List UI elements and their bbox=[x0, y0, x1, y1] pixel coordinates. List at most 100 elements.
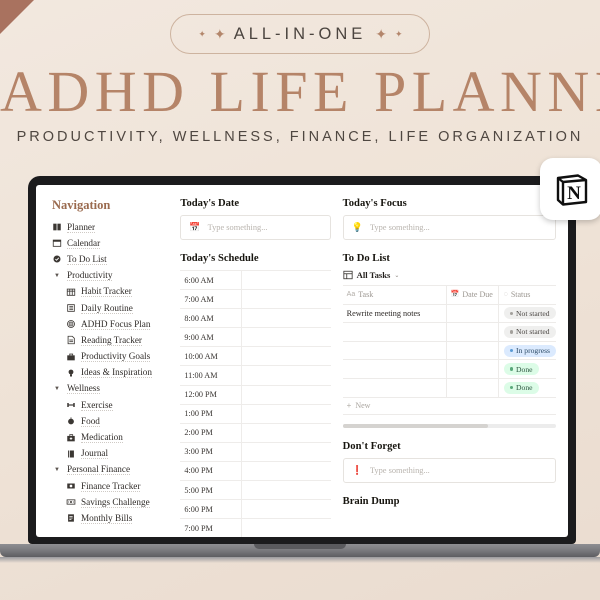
schedule-entry-cell[interactable] bbox=[242, 347, 330, 365]
schedule-time: 2:00 PM bbox=[180, 423, 243, 442]
sidebar-item-planner[interactable]: Planner bbox=[52, 219, 170, 235]
schedule-row[interactable]: 4:00 PM bbox=[180, 461, 331, 482]
sidebar-item-ideas-inspiration[interactable]: Ideas & Inspiration bbox=[52, 365, 170, 381]
book-icon bbox=[53, 223, 61, 231]
laptop-base-notch bbox=[254, 544, 346, 549]
schedule-time: 5:00 PM bbox=[180, 481, 243, 500]
dont-forget-input[interactable]: ❗ Type something... bbox=[342, 457, 556, 483]
schedule-entry-cell[interactable] bbox=[242, 405, 330, 423]
column-header-date-due: Date Due bbox=[462, 290, 493, 300]
caret-down-icon[interactable]: ▼ bbox=[52, 384, 62, 394]
brain-dump-heading: Brain Dump bbox=[342, 495, 400, 507]
status-badge[interactable]: Not started bbox=[503, 325, 556, 338]
sidebar-item-label: Reading Tracker bbox=[81, 334, 142, 346]
todays-focus-placeholder: Type something... bbox=[369, 223, 430, 232]
schedule-row[interactable]: 6:00 AM bbox=[180, 271, 331, 291]
sidebar-item-label: Habit Tracker bbox=[81, 286, 132, 298]
schedule-row[interactable]: 9:00 AM bbox=[180, 328, 331, 348]
table-row[interactable]: Not started bbox=[342, 323, 556, 342]
todays-date-heading: Today's Date bbox=[180, 198, 240, 209]
schedule-entry-cell[interactable] bbox=[242, 500, 330, 518]
apple-icon bbox=[68, 417, 74, 425]
schedule-entry-cell[interactable] bbox=[242, 309, 330, 327]
schedule-entry-cell[interactable] bbox=[242, 443, 330, 461]
schedule-row[interactable]: 12:00 PM bbox=[180, 385, 331, 405]
todays-focus-input[interactable]: 💡 Type something... bbox=[342, 215, 556, 240]
status-dot-icon bbox=[509, 311, 514, 316]
schedule-time: 7:00 AM bbox=[180, 290, 243, 309]
status-badge[interactable]: Done bbox=[503, 381, 539, 394]
sidebar-item-journal[interactable]: Journal bbox=[52, 446, 170, 462]
schedule-row[interactable]: 6:00 PM bbox=[180, 500, 331, 520]
sparkle-icon: ✦ bbox=[213, 26, 226, 42]
sidebar-item-productivity-goals[interactable]: Productivity Goals bbox=[52, 349, 170, 365]
status-badge[interactable]: Done bbox=[503, 363, 539, 376]
schedule-row[interactable]: 7:00 PM bbox=[180, 519, 330, 537]
sidebar-item-adhd-focus-plan[interactable]: ADHD Focus Plan bbox=[52, 316, 170, 332]
schedule-row[interactable]: 10:00 AM bbox=[180, 347, 331, 367]
schedule-entry-cell[interactable] bbox=[242, 462, 330, 480]
schedule-row[interactable]: 8:00 AM bbox=[180, 309, 331, 329]
sidebar-item-label: Calendar bbox=[67, 237, 101, 249]
briefcase-icon bbox=[67, 353, 75, 360]
schedule-entry-cell[interactable] bbox=[242, 424, 330, 442]
sidebar-item-label: ADHD Focus Plan bbox=[81, 318, 151, 330]
scrollbar-thumb[interactable] bbox=[342, 423, 488, 428]
schedule-row[interactable]: 1:00 PM bbox=[180, 404, 331, 424]
table-row[interactable]: Done bbox=[342, 360, 556, 379]
horizontal-scrollbar[interactable] bbox=[342, 423, 556, 428]
sparkle-icon: ✦ bbox=[198, 28, 205, 39]
sidebar-item-monthly-bills[interactable]: Monthly Bills bbox=[52, 510, 170, 526]
sidebar-item-productivity[interactable]: ▼ Productivity bbox=[52, 268, 170, 284]
exclamation-icon: ❗ bbox=[351, 464, 363, 475]
schedule-entry-cell[interactable] bbox=[242, 519, 330, 537]
sidebar-item-calendar[interactable]: Calendar bbox=[52, 235, 170, 251]
sidebar-item-daily-routine[interactable]: Daily Routine bbox=[52, 300, 170, 316]
schedule-entry-cell[interactable] bbox=[242, 481, 330, 499]
schedule-entry-cell[interactable] bbox=[242, 328, 330, 346]
schedule-entry-cell[interactable] bbox=[242, 386, 330, 404]
add-new-task-row[interactable]: + New bbox=[342, 398, 556, 415]
sidebar-item-savings-challenge[interactable]: Savings Challenge bbox=[52, 494, 170, 510]
sidebar-item-wellness[interactable]: ▼ Wellness bbox=[52, 381, 170, 397]
schedule-entry-cell[interactable] bbox=[242, 290, 330, 308]
sidebar-item-label: Exercise bbox=[81, 399, 113, 411]
sidebar-item-to-do-list[interactable]: To Do List bbox=[52, 251, 170, 267]
caret-down-icon[interactable]: ▼ bbox=[52, 271, 62, 281]
schedule-row[interactable]: 3:00 PM bbox=[180, 442, 331, 462]
sidebar-item-medication[interactable]: Medication bbox=[52, 429, 170, 445]
table-row[interactable]: Done bbox=[342, 378, 556, 398]
table-row[interactable]: In progress bbox=[342, 341, 556, 361]
status-badge[interactable]: Not started bbox=[503, 307, 556, 320]
sidebar-item-personal-finance[interactable]: ▼ Personal Finance bbox=[52, 462, 170, 478]
sidebar-item-exercise[interactable]: Exercise bbox=[52, 397, 170, 413]
caret-down-icon[interactable]: ▼ bbox=[52, 465, 62, 475]
schedule-row[interactable]: 7:00 AM bbox=[180, 290, 331, 310]
todo-table: Aa Task 📅 Date Due ◌ Status Rewrite meeting no… bbox=[342, 285, 556, 415]
dont-forget-placeholder: Type something... bbox=[369, 465, 430, 475]
plus-icon: + bbox=[346, 401, 352, 411]
laptop-mockup: Navigation Planner Calendar To Do List ▼ Pro… bbox=[0, 176, 600, 563]
view-tab-all-tasks[interactable]: All Tasks ⌄ bbox=[343, 270, 556, 280]
sidebar-item-food[interactable]: Food bbox=[52, 413, 170, 429]
sidebar-item-habit-tracker[interactable]: Habit Tracker bbox=[52, 284, 170, 300]
todays-focus-heading: Today's Focus bbox=[342, 198, 407, 209]
status-badge[interactable]: In progress bbox=[503, 344, 556, 357]
schedule-row[interactable]: 11:00 AM bbox=[180, 366, 331, 386]
schedule-row[interactable]: 2:00 PM bbox=[180, 423, 331, 443]
sidebar-item-finance-tracker[interactable]: Finance Tracker bbox=[52, 478, 170, 494]
schedule-entry-cell[interactable] bbox=[242, 366, 330, 384]
sidebar-item-label: Daily Routine bbox=[81, 302, 133, 314]
view-tab-label: All Tasks bbox=[356, 270, 391, 280]
badge-label: ALL-IN-ONE bbox=[233, 24, 367, 43]
todays-date-input[interactable]: 📅 Type something... bbox=[180, 215, 331, 240]
sidebar-item-reading-tracker[interactable]: Reading Tracker bbox=[52, 332, 170, 348]
text-type-icon: Aa bbox=[346, 291, 356, 299]
table-row[interactable]: Rewrite meeting notes Not started bbox=[342, 304, 556, 324]
status-dot-icon bbox=[509, 386, 514, 390]
schedule-entry-cell[interactable] bbox=[242, 271, 330, 289]
sidebar-list: Planner Calendar To Do List ▼ Productivity Ha… bbox=[52, 219, 170, 527]
laptop-base bbox=[0, 544, 600, 557]
schedule-row[interactable]: 5:00 PM bbox=[180, 481, 331, 501]
sidebar: Navigation Planner Calendar To Do List ▼ Pro… bbox=[36, 185, 170, 537]
